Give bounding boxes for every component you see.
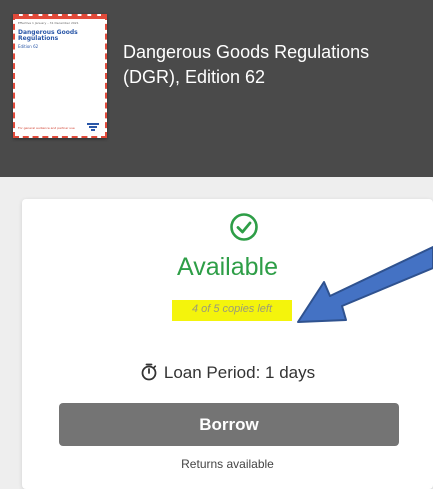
returns-text: Returns available	[181, 457, 274, 471]
loan-period: Loan Period: 1 days	[22, 363, 433, 383]
borrow-button[interactable]: Borrow	[59, 403, 399, 446]
loan-period-label: Loan Period: 1 days	[163, 363, 316, 382]
stopwatch-icon	[141, 363, 157, 381]
